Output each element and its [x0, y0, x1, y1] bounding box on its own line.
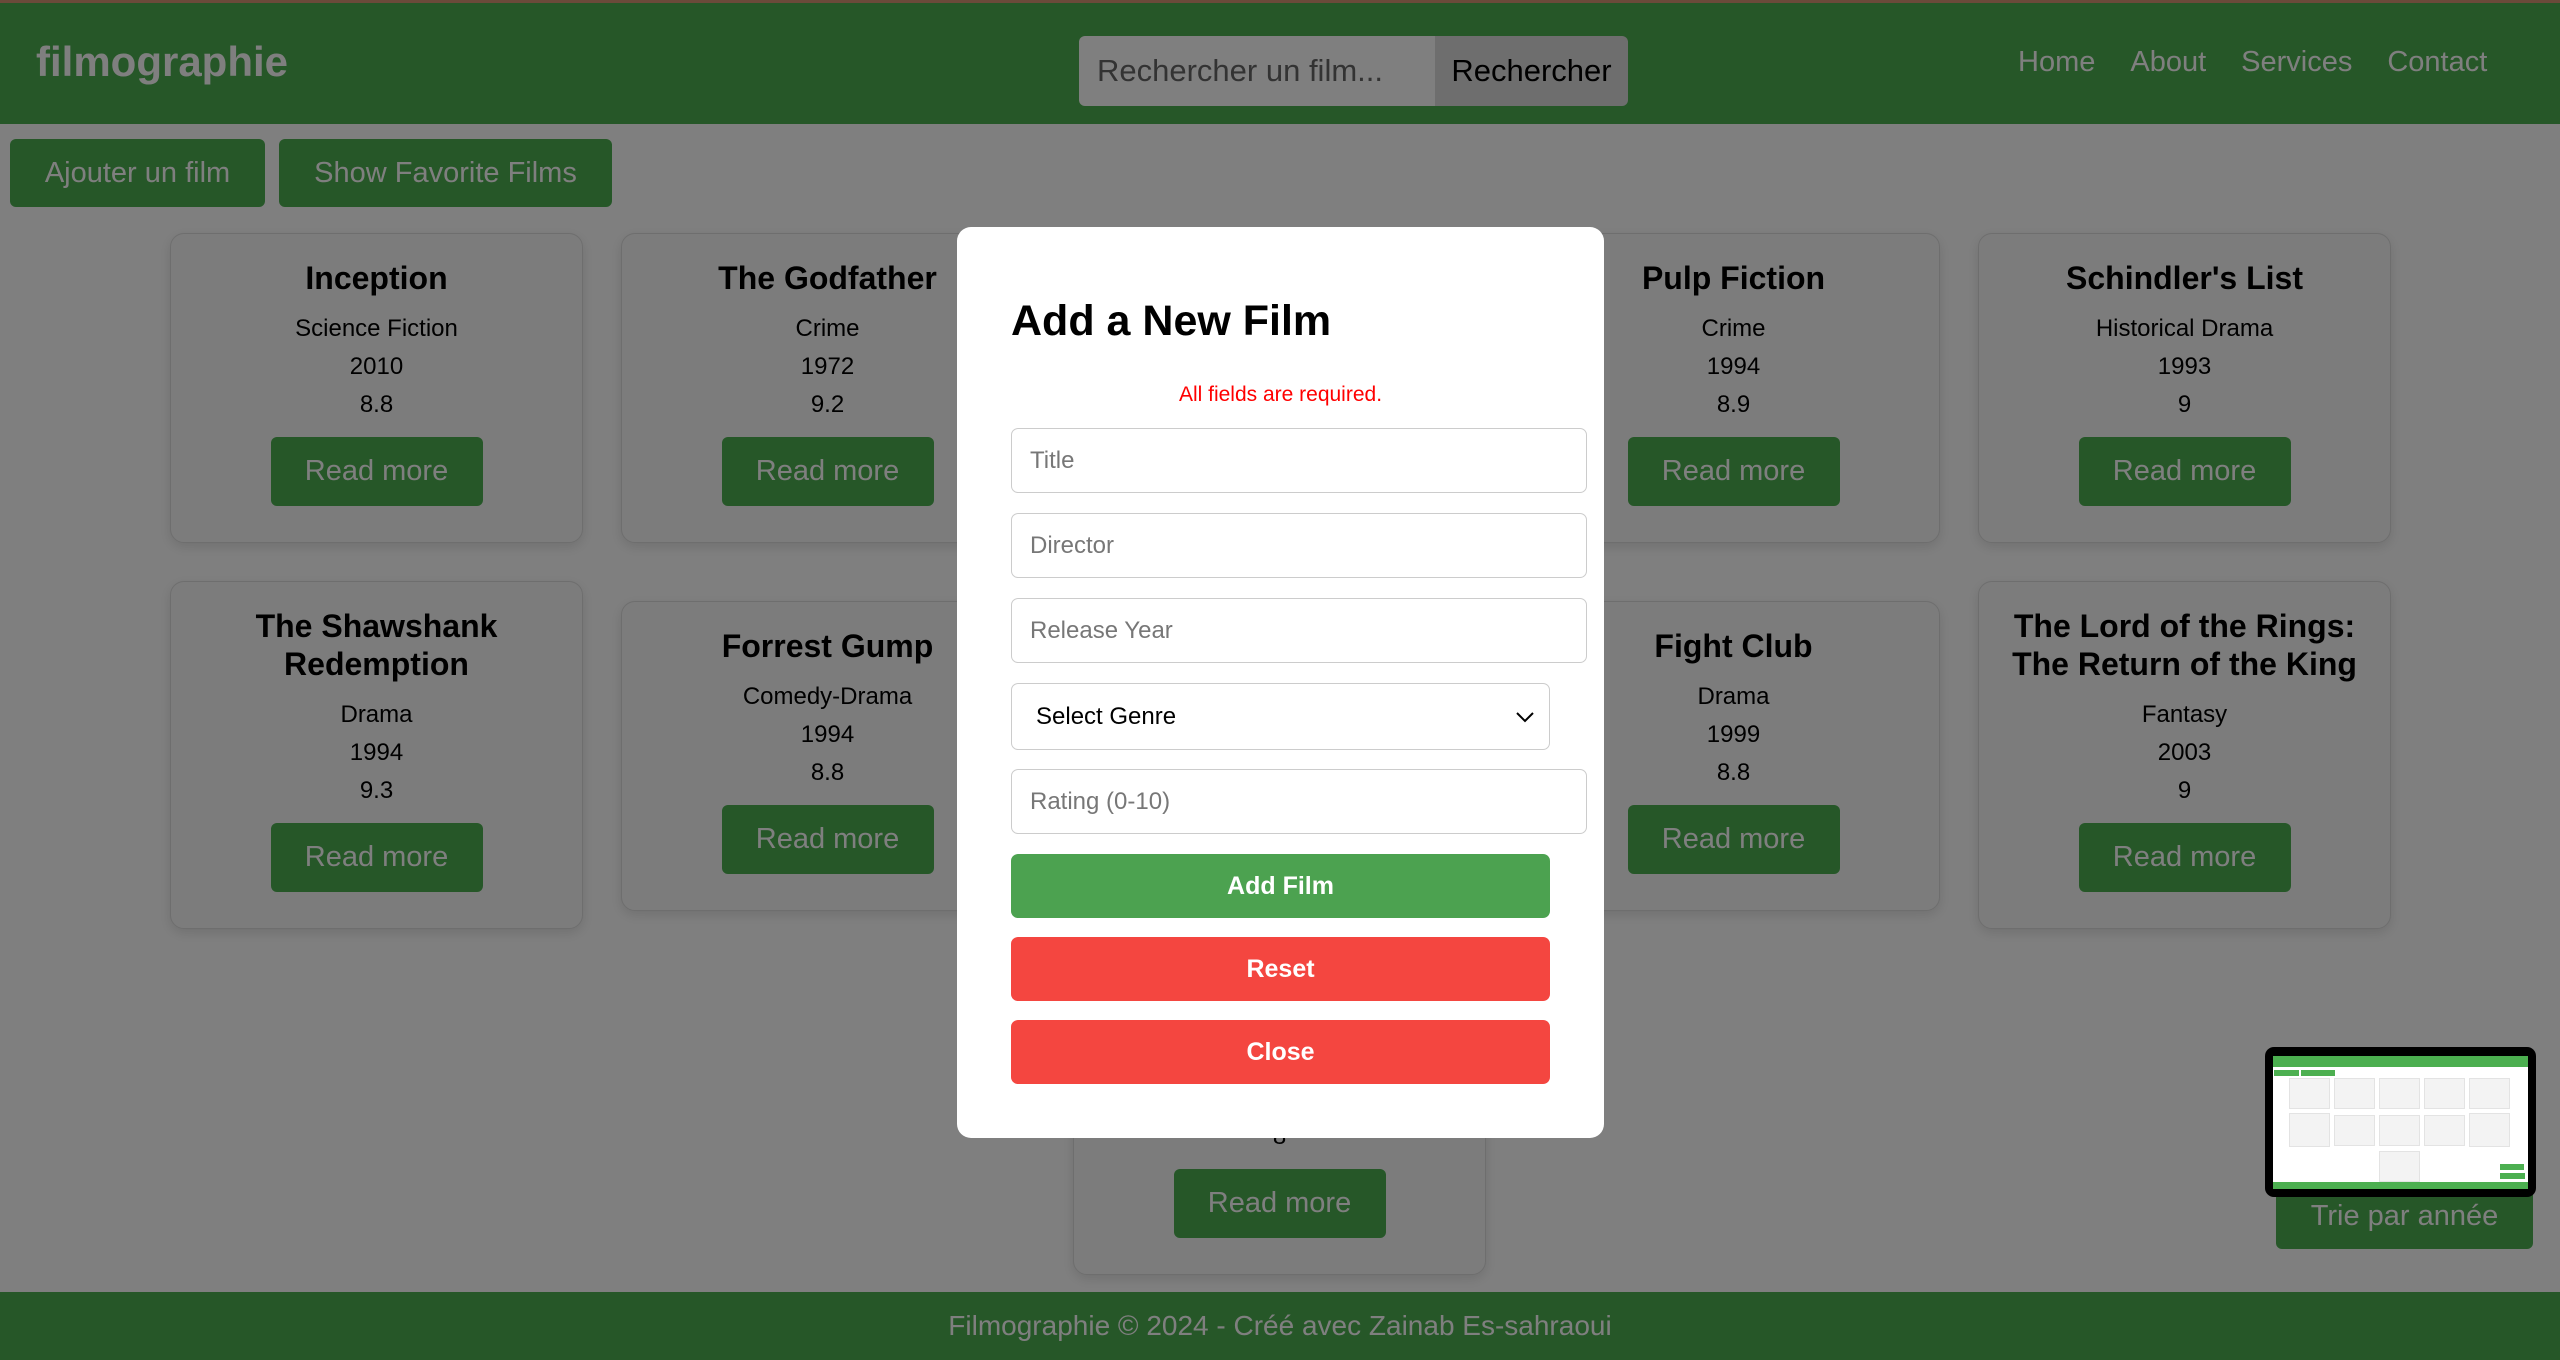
error-message: All fields are required.	[1178, 383, 1383, 406]
director-input[interactable]: Director	[1011, 513, 1587, 578]
genre-select-value: Select Genre	[1036, 702, 1177, 730]
add-film-submit-button[interactable]: Add Film	[1011, 854, 1550, 918]
window-top-border	[0, 0, 2560, 3]
screenshot-thumbnail[interactable]	[2265, 1047, 2536, 1197]
close-button[interactable]: Close	[1011, 1020, 1550, 1084]
chevron-down-icon	[1516, 711, 1534, 722]
genre-select[interactable]: Select Genre	[1011, 683, 1550, 750]
reset-button[interactable]: Reset	[1011, 937, 1550, 1001]
thumbnail-preview	[2273, 1056, 2528, 1189]
add-film-modal: Add a New Film All fields are required. …	[957, 227, 1604, 1138]
release-year-input[interactable]: Release Year	[1011, 598, 1587, 663]
modal-title: Add a New Film	[1011, 297, 1332, 345]
title-input[interactable]: Title	[1011, 428, 1587, 493]
rating-input[interactable]: Rating (0-10)	[1011, 769, 1587, 834]
